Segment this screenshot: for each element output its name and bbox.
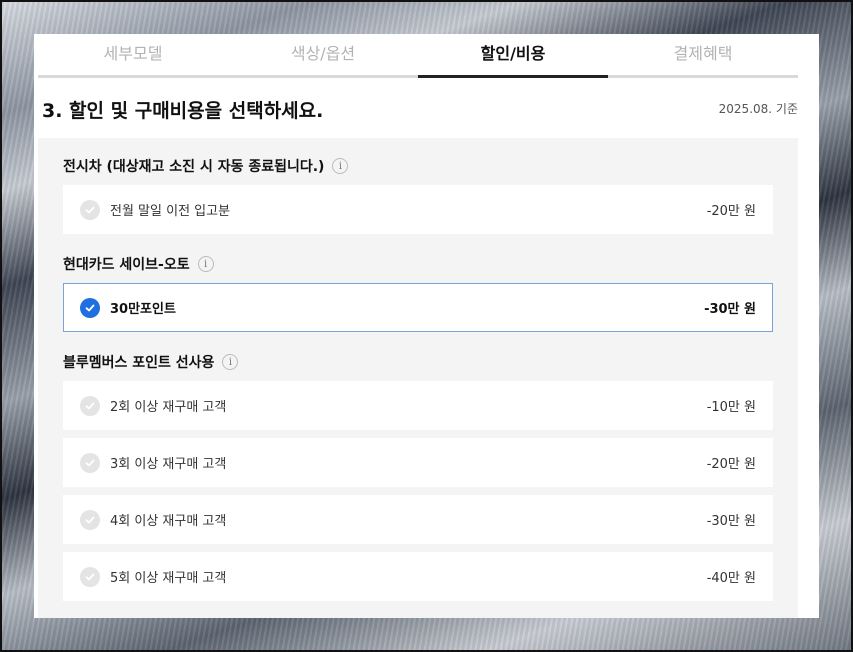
group-title-text: 현대카드 세이브-오토 — [63, 257, 190, 273]
check-icon — [80, 509, 100, 530]
check-icon — [80, 395, 100, 416]
option-price: -30만 원 — [704, 302, 756, 317]
base-date: 2025.08. 기준 — [718, 102, 798, 116]
group-title-bluemembers-points: 블루멤버스 포인트 선사용 i — [63, 352, 239, 372]
option-30man-points[interactable]: 30만포인트 -30만 원 — [63, 283, 773, 332]
group-title-demo-car: 전시차 (대상재고 소진 시 자동 종료됩니다.) i — [63, 156, 349, 176]
info-icon[interactable]: i — [197, 256, 214, 272]
option-repurchase-5[interactable]: 5회 이상 재구매 고객 -40만 원 — [63, 552, 773, 601]
group-title-text: 블루멤버스 포인트 선사용 — [63, 355, 215, 371]
info-icon[interactable]: i — [222, 354, 239, 370]
option-label: 2회 이상 재구매 고객 — [110, 400, 227, 415]
option-demo-car-previous-month[interactable]: 전월 말일 이전 입고분 -20만 원 — [63, 185, 773, 234]
check-icon — [80, 566, 100, 587]
tab-discount[interactable]: 할인/비용 — [418, 34, 608, 78]
check-icon — [80, 452, 100, 473]
option-repurchase-2[interactable]: 2회 이상 재구매 고객 -10만 원 — [63, 381, 773, 430]
option-price: -10만 원 — [706, 400, 756, 415]
step-tabs: 세부모델 색상/옵션 할인/비용 결제혜택 — [38, 34, 798, 78]
option-label: 4회 이상 재구매 고객 — [110, 514, 227, 529]
check-icon — [80, 297, 100, 318]
options-content: 전시차 (대상재고 소진 시 자동 종료됩니다.) i 전월 말일 이전 입고분… — [38, 138, 798, 618]
group-title-text: 전시차 (대상재고 소진 시 자동 종료됩니다.) — [63, 159, 325, 175]
option-repurchase-3[interactable]: 3회 이상 재구매 고객 -20만 원 — [63, 438, 773, 487]
option-label: 5회 이상 재구매 고객 — [110, 571, 227, 586]
tab-color-options[interactable]: 색상/옵션 — [228, 34, 418, 75]
info-icon[interactable]: i — [332, 158, 349, 174]
option-price: -20만 원 — [706, 457, 756, 472]
option-label: 3회 이상 재구매 고객 — [110, 457, 227, 472]
tab-model[interactable]: 세부모델 — [38, 34, 228, 75]
option-label: 30만포인트 — [110, 302, 176, 317]
option-label: 전월 말일 이전 입고분 — [110, 204, 231, 219]
group-title-hyundai-card-save-auto: 현대카드 세이브-오토 i — [63, 254, 214, 274]
tab-payment-benefits[interactable]: 결제혜택 — [608, 34, 798, 75]
check-icon — [80, 199, 100, 220]
option-price: -40만 원 — [706, 571, 756, 586]
option-price: -20만 원 — [706, 204, 756, 219]
discount-panel: 세부모델 색상/옵션 할인/비용 결제혜택 3. 할인 및 구매비용을 선택하세… — [34, 34, 819, 618]
option-price: -30만 원 — [706, 514, 756, 529]
section-title: 3. 할인 및 구매비용을 선택하세요. — [42, 100, 324, 122]
option-repurchase-4[interactable]: 4회 이상 재구매 고객 -30만 원 — [63, 495, 773, 544]
